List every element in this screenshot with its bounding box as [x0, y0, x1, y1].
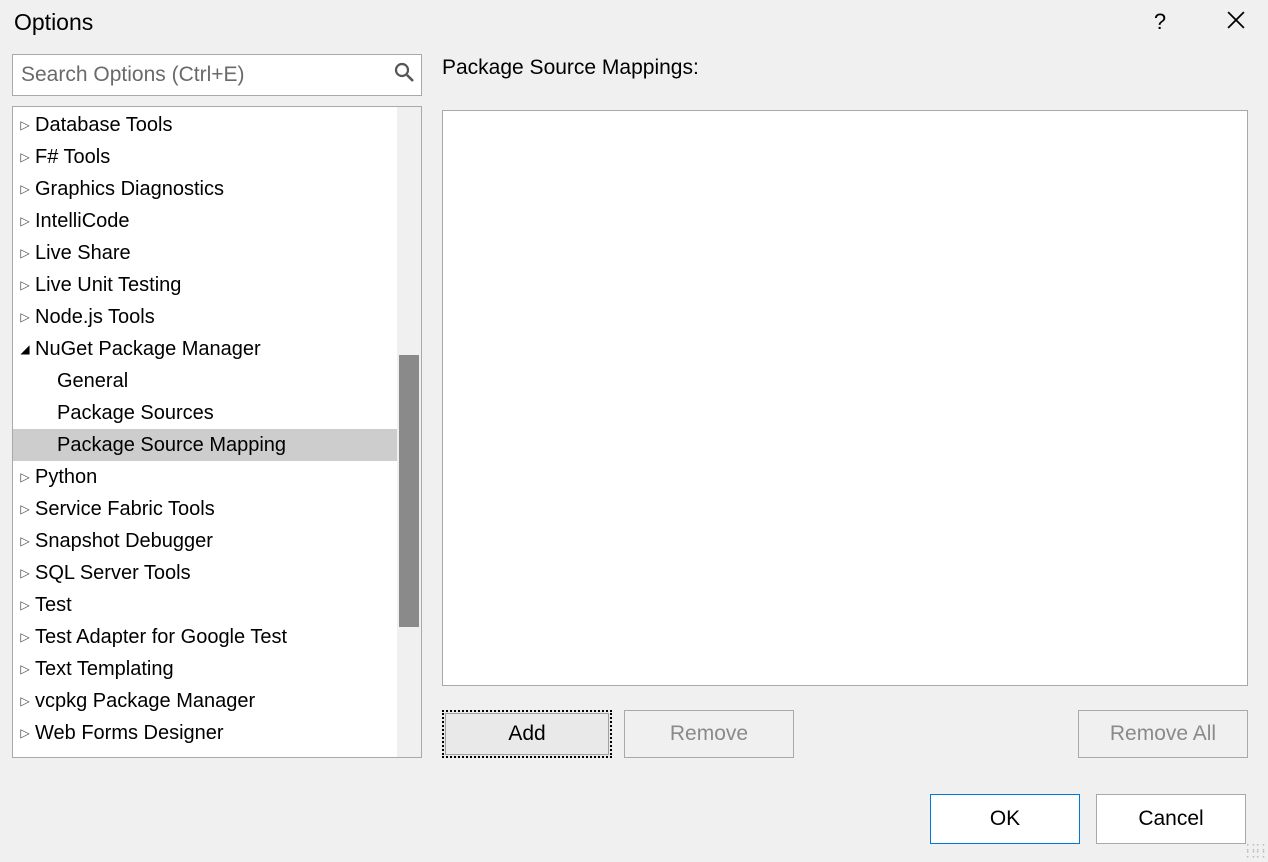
tree-item-label: Node.js Tools [35, 306, 155, 329]
dialog-footer: OK Cancel [0, 758, 1268, 860]
chevron-right-icon: ▷ [17, 662, 33, 676]
chevron-right-icon: ▷ [17, 598, 33, 612]
options-dialog: Options ? ▷Database To [0, 0, 1268, 860]
add-button[interactable]: Add [442, 710, 612, 758]
chevron-right-icon: ▷ [17, 310, 33, 324]
chevron-right-icon: ▷ [17, 470, 33, 484]
resize-grip[interactable]: ∷∷∷∷ [1246, 844, 1266, 858]
remove-button[interactable]: Remove [624, 710, 794, 758]
tree-item[interactable]: ▷Service Fabric Tools [13, 493, 421, 525]
chevron-right-icon: ▷ [17, 566, 33, 580]
tree-item-label: NuGet Package Manager [35, 338, 261, 361]
tree-item[interactable]: General [13, 365, 421, 397]
tree-item[interactable]: ▷SQL Server Tools [13, 557, 421, 589]
scrollbar-thumb[interactable] [399, 355, 419, 627]
scrollbar-track[interactable] [397, 107, 421, 757]
tree-item[interactable]: Package Sources [13, 397, 421, 429]
tree-item-label: Database Tools [35, 114, 173, 137]
search-wrap [12, 54, 422, 96]
tree-item[interactable]: ▷Test Adapter for Google Test [13, 621, 421, 653]
tree-item-label: Text Templating [35, 658, 174, 681]
options-tree[interactable]: ▷Database Tools▷F# Tools▷Graphics Diagno… [13, 107, 421, 751]
chevron-right-icon: ▷ [17, 630, 33, 644]
tree-item-label: Python [35, 466, 97, 489]
chevron-right-icon: ▷ [17, 694, 33, 708]
chevron-down-icon: ◢ [17, 342, 33, 356]
chevron-right-icon: ▷ [17, 214, 33, 228]
tree-item-label: F# Tools [35, 146, 110, 169]
tree-item[interactable]: ▷Database Tools [13, 109, 421, 141]
search-input[interactable] [12, 54, 422, 96]
mapping-button-row: Add Remove Remove All [442, 710, 1248, 758]
tree-item[interactable]: ▷Node.js Tools [13, 301, 421, 333]
help-button[interactable]: ? [1136, 2, 1184, 42]
chevron-right-icon: ▷ [17, 278, 33, 292]
chevron-right-icon: ▷ [17, 726, 33, 740]
tree-item-label: Package Source Mapping [57, 434, 286, 457]
tree-item-label: Service Fabric Tools [35, 498, 215, 521]
tree-item[interactable]: ▷vcpkg Package Manager [13, 685, 421, 717]
tree-item[interactable]: ▷Live Unit Testing [13, 269, 421, 301]
ok-button[interactable]: OK [930, 794, 1080, 844]
titlebar: Options ? [0, 0, 1268, 54]
search-icon [394, 62, 414, 88]
tree-item[interactable]: ◢NuGet Package Manager [13, 333, 421, 365]
chevron-right-icon: ▷ [17, 502, 33, 516]
tree-item-label: Package Sources [57, 402, 214, 425]
tree-item-label: vcpkg Package Manager [35, 690, 255, 713]
tree-item[interactable]: ▷Test [13, 589, 421, 621]
dialog-content: ▷Database Tools▷F# Tools▷Graphics Diagno… [0, 54, 1268, 758]
tree-item[interactable]: ▷Text Templating [13, 653, 421, 685]
tree-item[interactable]: ▷Snapshot Debugger [13, 525, 421, 557]
chevron-right-icon: ▷ [17, 182, 33, 196]
tree-item[interactable]: ▷IntelliCode [13, 205, 421, 237]
tree-item-label: Test [35, 594, 72, 617]
tree-item-label: IntelliCode [35, 210, 130, 233]
chevron-right-icon: ▷ [17, 534, 33, 548]
dialog-title: Options [14, 9, 1136, 36]
chevron-right-icon: ▷ [17, 246, 33, 260]
tree-item[interactable]: ▷Graphics Diagnostics [13, 173, 421, 205]
tree-item[interactable]: Package Source Mapping [13, 429, 421, 461]
help-icon: ? [1154, 9, 1166, 35]
tree-item[interactable]: ▷Python [13, 461, 421, 493]
tree-item-label: Live Unit Testing [35, 274, 181, 297]
chevron-right-icon: ▷ [17, 150, 33, 164]
mappings-listbox[interactable] [442, 110, 1248, 686]
tree-item[interactable]: ▷F# Tools [13, 141, 421, 173]
tree-item-label: Web Forms Designer [35, 722, 224, 745]
tree-item-label: Graphics Diagnostics [35, 178, 224, 201]
close-button[interactable] [1212, 2, 1260, 42]
right-pane: Package Source Mappings: Add Remove Remo… [442, 54, 1256, 758]
left-pane: ▷Database Tools▷F# Tools▷Graphics Diagno… [12, 54, 422, 758]
tree-item-label: Live Share [35, 242, 131, 265]
close-icon [1227, 9, 1245, 35]
remove-all-button[interactable]: Remove All [1078, 710, 1248, 758]
tree-item-label: Snapshot Debugger [35, 530, 213, 553]
tree-item-label: General [57, 370, 128, 393]
options-tree-container: ▷Database Tools▷F# Tools▷Graphics Diagno… [12, 106, 422, 758]
tree-item[interactable]: ▷Web Forms Designer [13, 717, 421, 749]
section-label: Package Source Mappings: [442, 56, 1248, 80]
cancel-button[interactable]: Cancel [1096, 794, 1246, 844]
tree-item-label: SQL Server Tools [35, 562, 191, 585]
tree-item-label: Test Adapter for Google Test [35, 626, 287, 649]
chevron-right-icon: ▷ [17, 118, 33, 132]
tree-item[interactable]: ▷Live Share [13, 237, 421, 269]
